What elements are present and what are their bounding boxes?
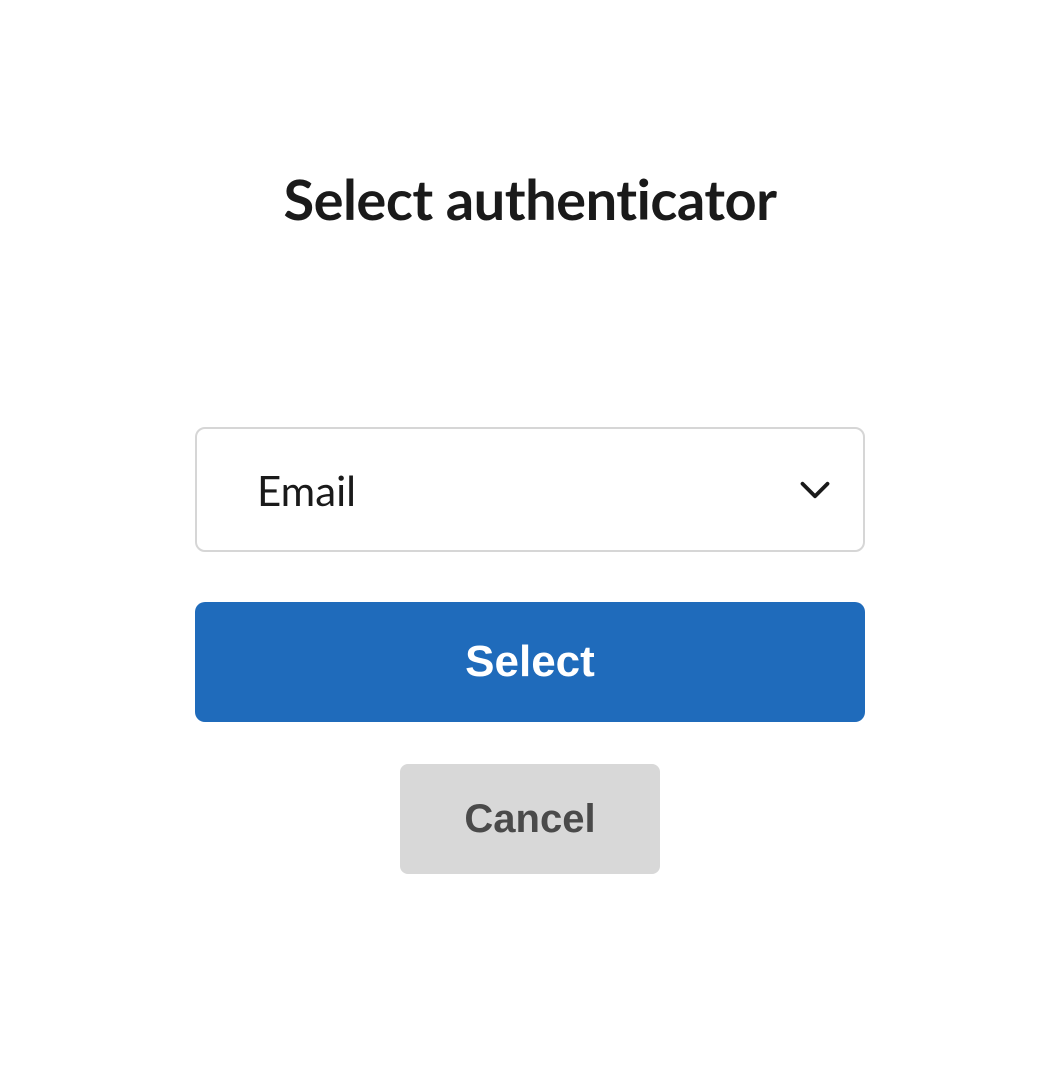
authenticator-dropdown[interactable]: Email: [195, 427, 865, 552]
cancel-wrapper: Cancel: [195, 764, 865, 874]
authenticator-dropdown-selected: Email: [257, 465, 356, 515]
authenticator-form: Select authenticator Email Select Cancel: [195, 165, 865, 874]
authenticator-dropdown-wrapper: Email: [195, 427, 865, 552]
page-title: Select authenticator: [195, 165, 865, 232]
cancel-button[interactable]: Cancel: [400, 764, 660, 874]
select-button[interactable]: Select: [195, 602, 865, 722]
